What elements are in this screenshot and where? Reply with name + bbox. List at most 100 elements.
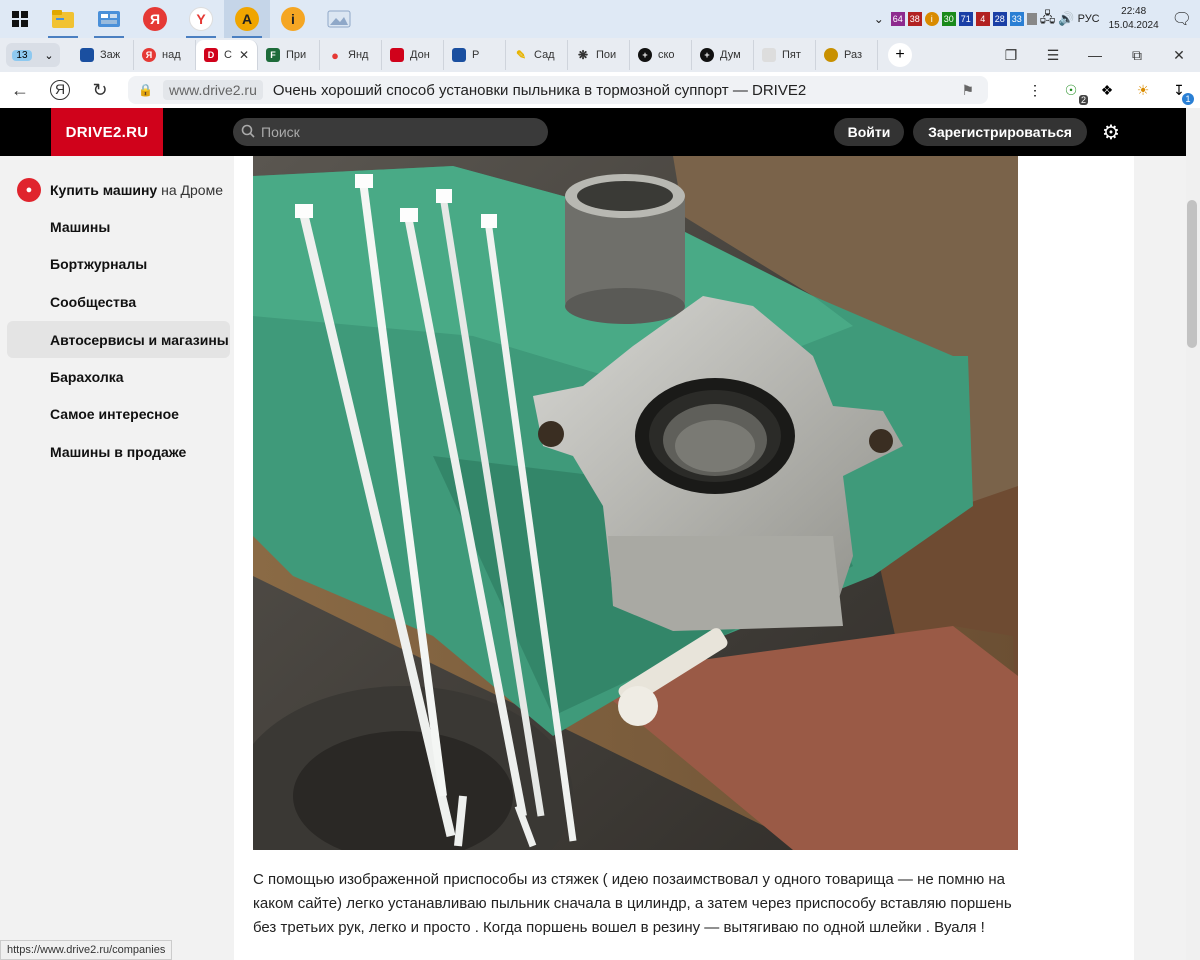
weather-extension-icon[interactable]: ☀ — [1132, 79, 1154, 101]
search-placeholder: Поиск — [261, 124, 300, 140]
browser-tab[interactable]: Раз — [816, 40, 878, 70]
back-arrow-icon[interactable]: ← — [0, 80, 40, 101]
minimize-icon[interactable]: — — [1074, 47, 1116, 63]
tab-count: 13 — [12, 49, 32, 61]
shield-icon — [452, 48, 466, 62]
settings-gear-icon[interactable]: ⚙ — [1100, 121, 1122, 144]
taskbar-file-explorer[interactable] — [40, 0, 86, 38]
toolbar-right: ⋮ ☉ 2 ❖ ☀ ↧ 1 — [1024, 72, 1194, 108]
url-field[interactable]: 🔒 www.drive2.ru Очень хороший способ уст… — [128, 76, 988, 104]
system-tray: ⌄ 64 38 i 30 71 4 28 33 🖧 🔊 РУС 22:48 15… — [874, 0, 1200, 38]
clock-time: 22:48 — [1121, 6, 1147, 17]
drive2-logo[interactable]: DRIVE2.RU — [51, 108, 163, 156]
sidebar-item-interesting[interactable]: Самое интересное — [7, 395, 230, 432]
tab-label: Дум — [720, 49, 741, 61]
tab-label: Сад — [534, 49, 555, 61]
pencil-icon: ✎ — [515, 48, 527, 62]
article-photo[interactable] — [253, 156, 1018, 850]
browser-tab-active[interactable]: D С ✕ — [196, 40, 258, 70]
new-tab-button[interactable]: + — [888, 43, 912, 67]
browser-tab[interactable]: + Дум — [692, 40, 754, 70]
protect-shield-icon[interactable]: ☉ 2 — [1060, 79, 1088, 105]
url-page-title: Очень хороший способ установки пыльника … — [272, 81, 807, 99]
lock-icon[interactable]: 🔒 — [138, 83, 153, 97]
tray-info-icon[interactable]: i — [924, 12, 939, 26]
bookmark-icon[interactable]: ⚑ — [961, 82, 974, 99]
chevron-down-icon: ⌄ — [44, 49, 54, 62]
language-indicator[interactable]: РУС — [1078, 13, 1100, 25]
downloads-badge: 1 — [1182, 93, 1194, 105]
yandex-icon: Я — [142, 48, 156, 62]
browser-tab[interactable]: Дон — [382, 40, 444, 70]
menu-icon[interactable]: ☰ — [1032, 47, 1074, 64]
sidebar-item-services[interactable]: Автосервисы и магазины — [7, 321, 230, 358]
tray-badge-icon[interactable]: 4 — [975, 12, 990, 26]
window-controls: ❐ ☰ — ⧉ ✕ — [990, 38, 1200, 72]
clock-date: 15.04.2024 — [1108, 20, 1159, 31]
clock[interactable]: 22:48 15.04.2024 — [1109, 5, 1159, 33]
bookmarks-panel-icon[interactable]: ❐ — [990, 47, 1032, 64]
tray-badge-icon[interactable]: 30 — [941, 12, 956, 26]
tray-badge-icon[interactable]: 33 — [1009, 12, 1024, 26]
tray-badge-icon[interactable]: 71 — [958, 12, 973, 26]
sidebar-item-marketplace[interactable]: Барахолка — [7, 358, 230, 395]
reload-icon[interactable]: ↻ — [80, 80, 120, 101]
yandex-home-icon[interactable]: Я — [50, 80, 70, 100]
tab-label: Дон — [410, 49, 430, 61]
tray-badge-icon[interactable]: 38 — [907, 12, 922, 26]
drom-car-icon: ● — [17, 178, 41, 202]
sidebar-item-cars-for-sale[interactable]: Машины в продаже — [7, 433, 230, 470]
doc-icon — [762, 48, 776, 62]
drom-link-light: на Дроме — [161, 182, 223, 198]
close-window-icon[interactable]: ✕ — [1158, 47, 1200, 64]
browser-tab[interactable]: ❋ Пои — [568, 40, 630, 70]
yandex-browser-icon: Y — [189, 7, 213, 31]
site-search-input[interactable]: Поиск — [233, 118, 548, 146]
extensions-icon[interactable]: ❖ — [1096, 79, 1118, 101]
register-button[interactable]: Зарегистрироваться — [913, 118, 1087, 146]
drive2-icon: D — [204, 48, 218, 62]
taskbar-info-app[interactable]: i — [270, 0, 316, 38]
browser-tab[interactable]: ● Янд — [320, 40, 382, 70]
close-tab-icon[interactable]: ✕ — [239, 48, 249, 62]
folder-icon — [52, 10, 74, 28]
browser-tab[interactable]: + ско — [630, 40, 692, 70]
sidebar-item-communities[interactable]: Сообщества — [7, 283, 230, 320]
status-bar-url: https://www.drive2.ru/companies — [0, 940, 173, 960]
browser-tab[interactable]: F При — [258, 40, 320, 70]
tray-badge-icon[interactable]: 64 — [890, 12, 905, 26]
sidebar-item-cars[interactable]: Машины — [7, 208, 230, 245]
notifications-icon[interactable]: 🗨 — [1172, 9, 1192, 29]
network-icon[interactable]: 🖧 — [1040, 7, 1056, 31]
taskbar-aimp[interactable]: A — [224, 0, 270, 38]
yandex-icon: Я — [143, 7, 167, 31]
volume-icon[interactable]: 🔊 — [1058, 11, 1074, 27]
login-button[interactable]: Войти — [834, 118, 904, 146]
drom-buy-car-link[interactable]: ● Купить машину на Дроме — [17, 178, 223, 202]
tab-label: Пят — [782, 49, 801, 61]
site-header: DRIVE2.RU Поиск Войти Зарегистрироваться… — [0, 108, 1186, 156]
windows-start-button[interactable] — [0, 0, 40, 38]
page-scrollbar-thumb[interactable] — [1187, 200, 1197, 348]
browser-tab[interactable]: Заж — [72, 40, 134, 70]
tab-count-button[interactable]: 13 ⌄ — [6, 43, 60, 67]
restore-icon[interactable]: ⧉ — [1116, 47, 1158, 64]
browser-tab[interactable]: ✎ Сад — [506, 40, 568, 70]
image-viewer-icon — [327, 10, 351, 28]
downloads-icon[interactable]: ↧ 1 — [1168, 79, 1194, 105]
tab-label: над — [162, 49, 181, 61]
more-vert-icon[interactable]: ⋮ — [1024, 79, 1046, 101]
taskbar-control-panel[interactable] — [86, 0, 132, 38]
openai-icon: ❋ — [577, 48, 589, 62]
sidebar-item-logbooks[interactable]: Бортжурналы — [7, 245, 230, 282]
tray-badge-icon[interactable]: 28 — [992, 12, 1007, 26]
drom-link-bold: Купить машину — [50, 182, 158, 198]
browser-tab[interactable]: Пят — [754, 40, 816, 70]
taskbar-yandex[interactable]: Я — [132, 0, 178, 38]
browser-tab[interactable]: Янад — [134, 40, 196, 70]
browser-tab[interactable]: Р — [444, 40, 506, 70]
taskbar-yandex-browser[interactable]: Y — [178, 0, 224, 38]
taskbar-image-viewer[interactable] — [316, 0, 362, 38]
tray-app-icon[interactable] — [1026, 13, 1037, 25]
chevron-up-icon[interactable]: ⌄ — [874, 12, 884, 26]
